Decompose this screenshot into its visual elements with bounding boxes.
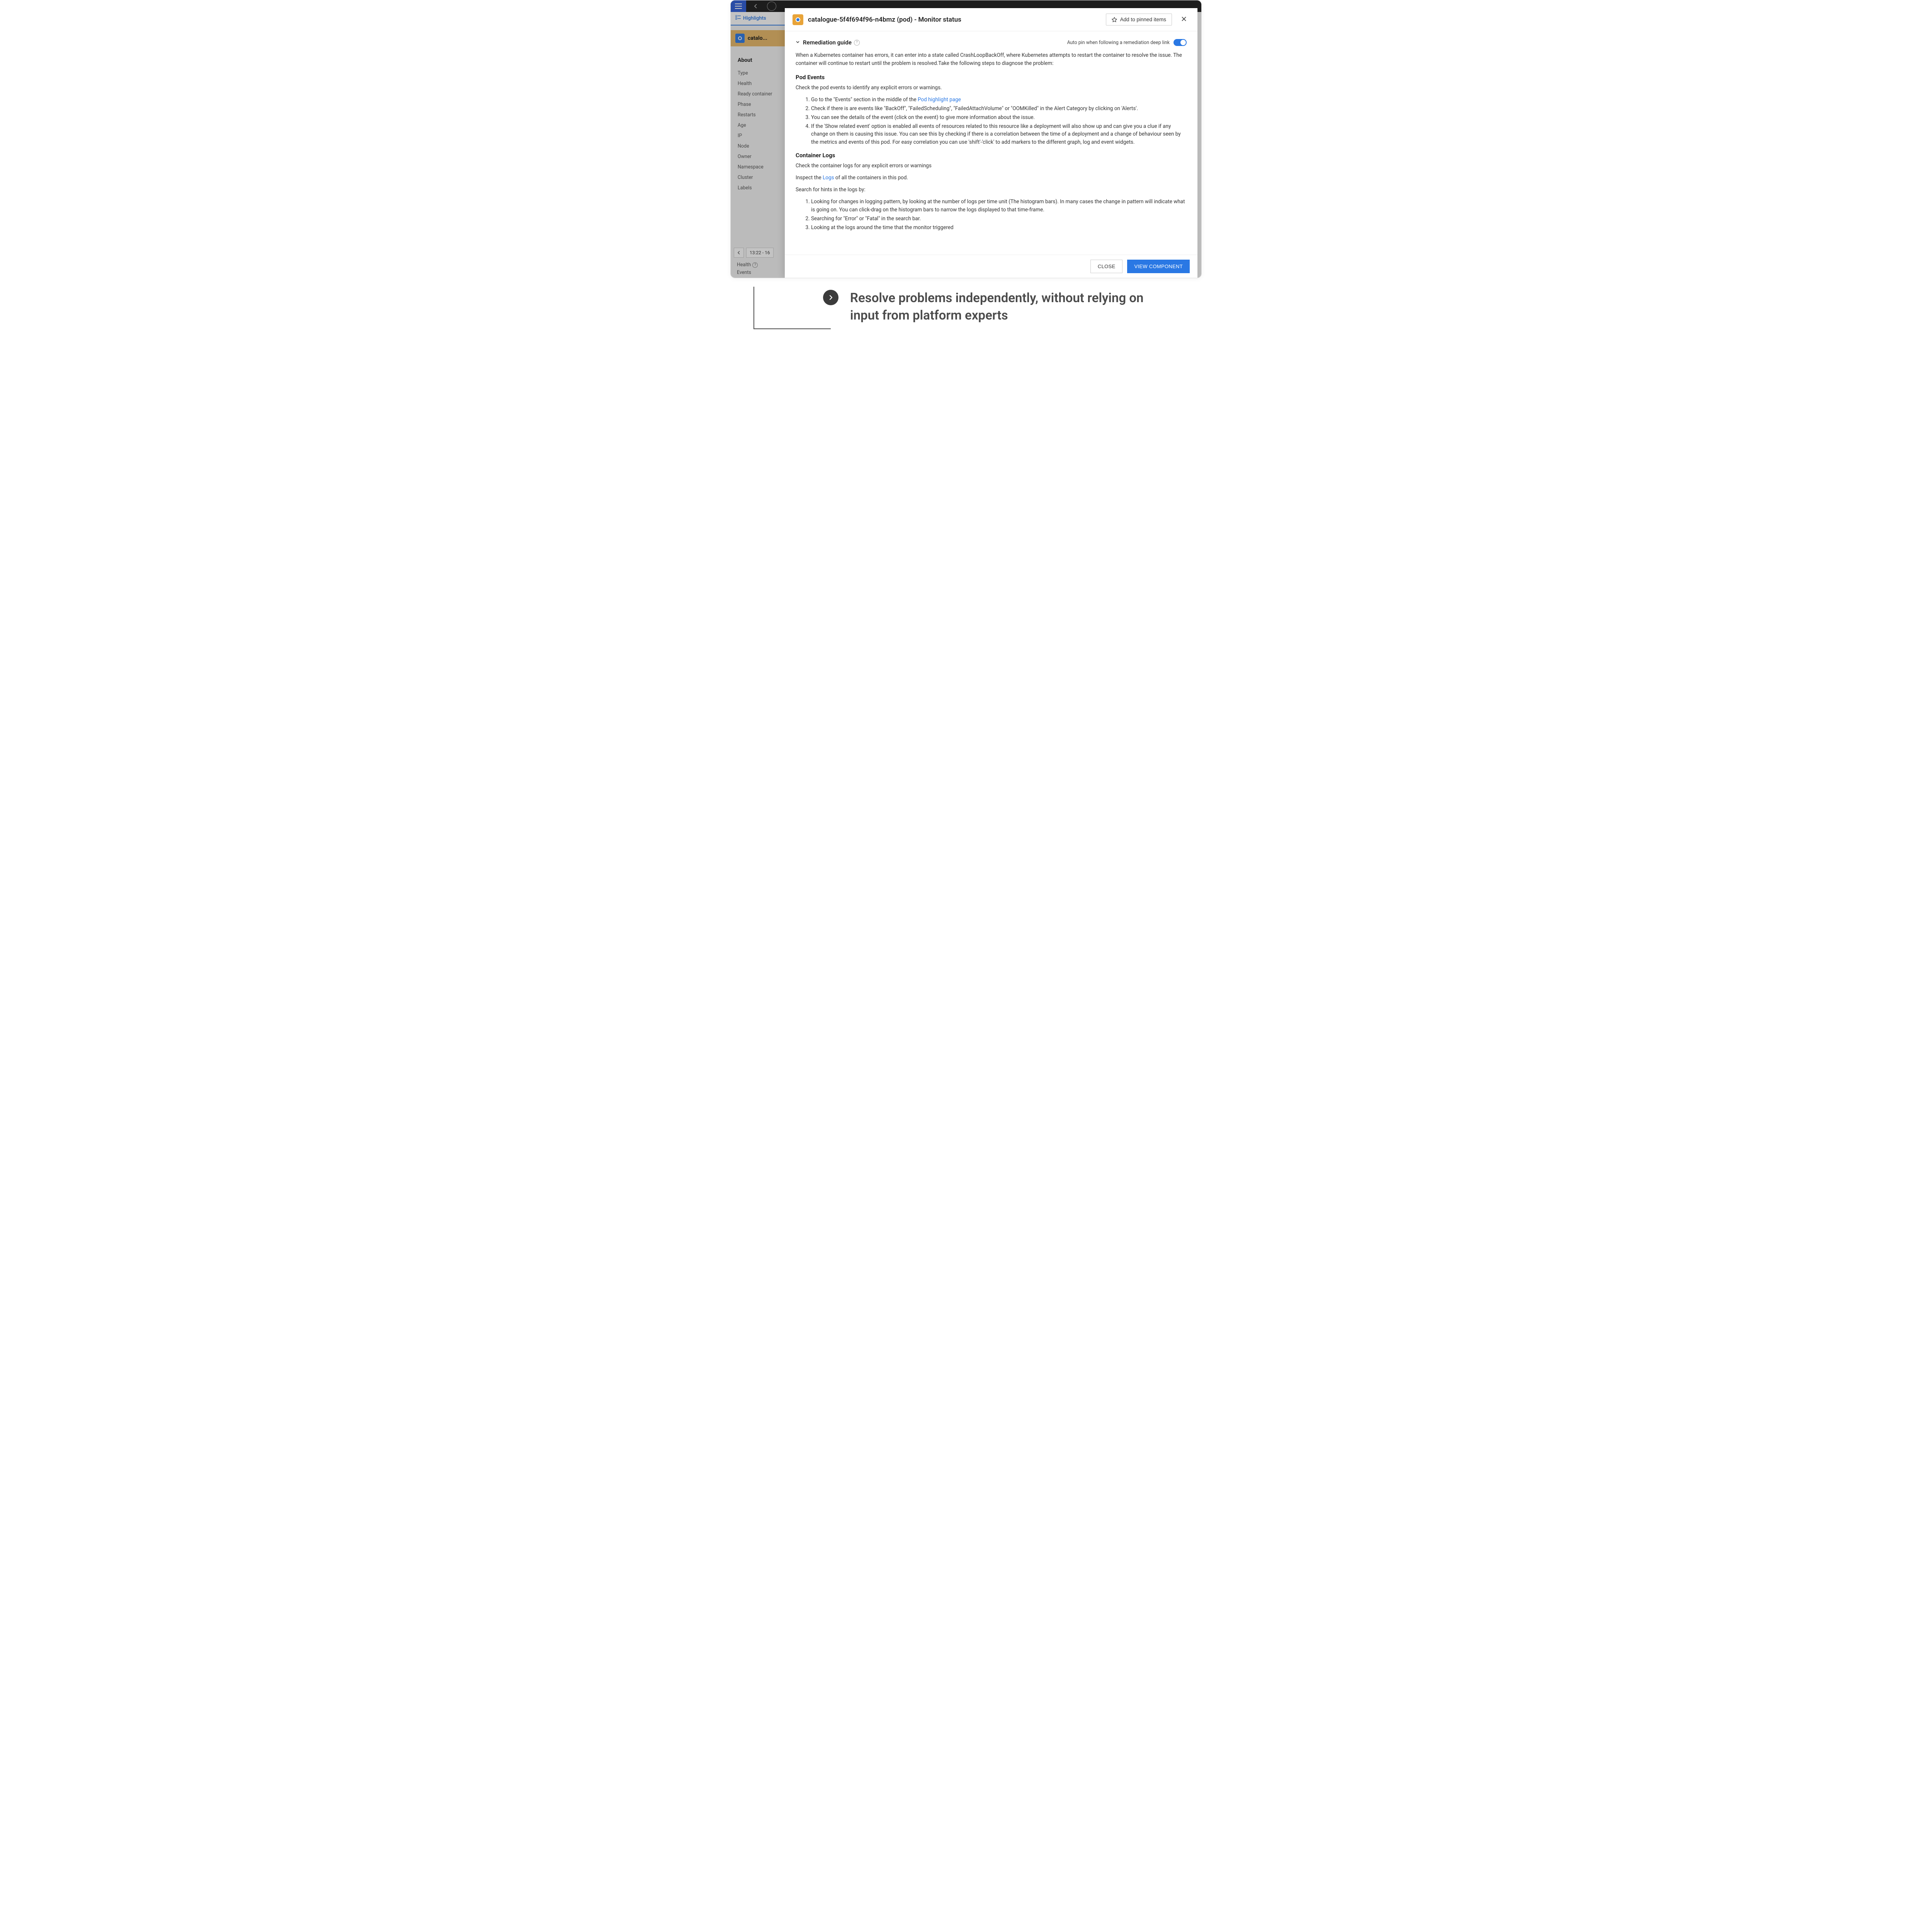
pod-step-1: Go to the "Events" section in the middle…	[811, 96, 1187, 104]
callout-text: Resolve problems independently, without …	[850, 290, 1144, 324]
modal-body: Remediation guide ? Auto pin when follow…	[785, 31, 1197, 255]
pod-icon	[793, 14, 803, 25]
chevron-right-icon	[828, 295, 833, 300]
pod-step-2: Check if there is are events like "BackO…	[811, 105, 1187, 113]
pod-events-desc: Check the pod events to identify any exp…	[796, 84, 1187, 92]
view-component-button[interactable]: VIEW COMPONENT	[1127, 260, 1190, 273]
guide-help-icon[interactable]: ?	[854, 40, 860, 46]
close-icon	[1181, 16, 1187, 22]
modal-header: catalogue-5f4f694f96-n4bmz (pod) - Monit…	[785, 8, 1197, 31]
monitor-status-modal: catalogue-5f4f694f96-n4bmz (pod) - Monit…	[785, 8, 1197, 278]
pod-events-heading: Pod Events	[796, 74, 1187, 81]
log-step-2: Searching for "Error" or "Fatal" in the …	[811, 215, 1187, 223]
callout-connector	[753, 287, 831, 329]
logs-link[interactable]: Logs	[823, 175, 834, 181]
pod-highlight-link[interactable]: Pod highlight page	[918, 97, 961, 103]
modal-title: catalogue-5f4f694f96-n4bmz (pod) - Monit…	[808, 16, 1106, 24]
pod-step-3: You can see the details of the event (cl…	[811, 114, 1187, 122]
autopin-control: Auto pin when following a remediation de…	[1067, 39, 1187, 46]
autopin-label: Auto pin when following a remediation de…	[1067, 40, 1170, 46]
intro-paragraph: When a Kubernetes container has errors, …	[796, 51, 1187, 68]
autopin-toggle[interactable]	[1173, 39, 1187, 46]
close-button[interactable]: CLOSE	[1090, 260, 1123, 273]
pod-step-4: If the 'Show related event' option is en…	[811, 122, 1187, 147]
pod-events-steps: Go to the "Events" section in the middle…	[796, 96, 1187, 147]
pin-icon	[1112, 17, 1117, 22]
pin-button-label: Add to pinned items	[1120, 17, 1166, 22]
log-step-1: Looking for changes in logging pattern, …	[811, 198, 1187, 214]
remediation-guide-title: Remediation guide	[803, 39, 852, 46]
logs-desc-3: Search for hints in the logs by:	[796, 186, 1187, 194]
logs-steps: Looking for changes in logging pattern, …	[796, 198, 1187, 232]
chevron-down-icon	[796, 40, 800, 44]
logs-desc-1: Check the container logs for any explici…	[796, 162, 1187, 170]
guide-header: Remediation guide ? Auto pin when follow…	[796, 39, 1187, 46]
callout: Resolve problems independently, without …	[730, 290, 1202, 375]
logs-desc-2: Inspect the Logs of all the containers i…	[796, 174, 1187, 182]
modal-footer: CLOSE VIEW COMPONENT	[785, 255, 1197, 278]
close-modal-button[interactable]	[1178, 14, 1190, 25]
app-window: Highlights catalo... About Type Health R…	[730, 0, 1202, 278]
collapse-toggle[interactable]	[796, 40, 800, 45]
add-to-pinned-button[interactable]: Add to pinned items	[1106, 14, 1172, 26]
container-logs-heading: Container Logs	[796, 152, 1187, 159]
log-step-3: Looking at the logs around the time that…	[811, 224, 1187, 232]
callout-bullet-icon	[823, 290, 838, 305]
